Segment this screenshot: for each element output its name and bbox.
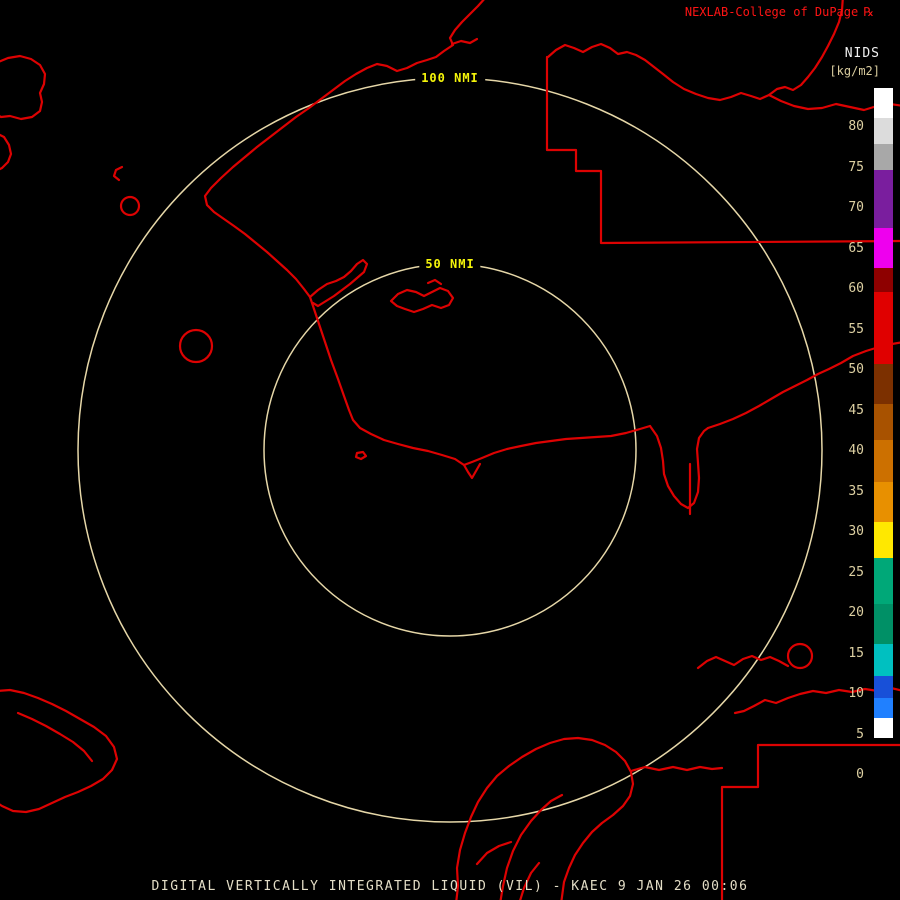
radar-display: 100 NMI 50 NMI NEXLAB-College of DuPage ℞… — [0, 0, 900, 900]
radar-map-canvas — [0, 0, 900, 900]
colorbar-segment — [874, 522, 893, 558]
range-ring-outer — [77, 77, 823, 823]
map-outline-path — [389, 286, 455, 314]
colorbar-units: [kg/m2] — [829, 64, 880, 78]
colorbar-segment — [874, 170, 893, 228]
map-outline-path — [119, 195, 141, 217]
map-outline-path — [354, 450, 368, 461]
range-ring-inner — [263, 263, 637, 637]
brand-text: NEXLAB-College of DuPage — [684, 5, 859, 19]
colorbar-segment — [874, 440, 893, 482]
colorbar-title: NIDS — [844, 46, 880, 61]
map-outline-path — [648, 424, 710, 510]
colorbar-segment — [874, 88, 893, 118]
colorbar-segment — [874, 698, 893, 718]
map-outline-path — [462, 462, 482, 480]
map-outline-path — [426, 278, 443, 286]
map-outline-path — [112, 165, 124, 182]
colorbar-segment — [874, 364, 893, 404]
map-outline-path — [0, 54, 47, 121]
colorbar-segment — [874, 676, 893, 698]
map-outline-path — [178, 328, 214, 364]
cod-logo-icon: ℞ — [863, 5, 874, 19]
colorbar — [874, 88, 893, 738]
colorbar-segment — [874, 228, 893, 268]
map-outline-path — [696, 654, 790, 670]
map-outline-path — [308, 258, 369, 308]
colorbar-segment — [874, 558, 893, 604]
colorbar-segment — [874, 482, 893, 522]
colorbar-segment — [874, 292, 893, 364]
nexlab-brand: NEXLAB-College of DuPage ℞ — [685, 5, 874, 19]
colorbar-segment — [874, 268, 893, 292]
colorbar-segment — [874, 118, 893, 144]
colorbar-segment — [874, 404, 893, 440]
range-ring-label-50nmi: 50 NMI — [419, 257, 481, 271]
range-ring-label-100nmi: 100 NMI — [415, 71, 485, 85]
product-caption: DIGITAL VERTICALLY INTEGRATED LIQUID (VI… — [151, 879, 749, 894]
map-outline-path — [450, 37, 479, 46]
map-outline-path — [203, 0, 900, 467]
map-outline-path — [545, 55, 900, 245]
colorbar-segment — [874, 604, 893, 644]
colorbar-segment — [874, 144, 893, 170]
map-outline-path — [455, 736, 635, 900]
map-outline-path — [0, 688, 119, 814]
map-outline-path — [629, 765, 724, 773]
colorbar-segment — [874, 644, 893, 676]
map-outline-path — [0, 133, 13, 171]
colorbar-segment — [874, 718, 893, 738]
map-outline-path — [720, 743, 900, 900]
map-outline-path — [786, 642, 814, 670]
